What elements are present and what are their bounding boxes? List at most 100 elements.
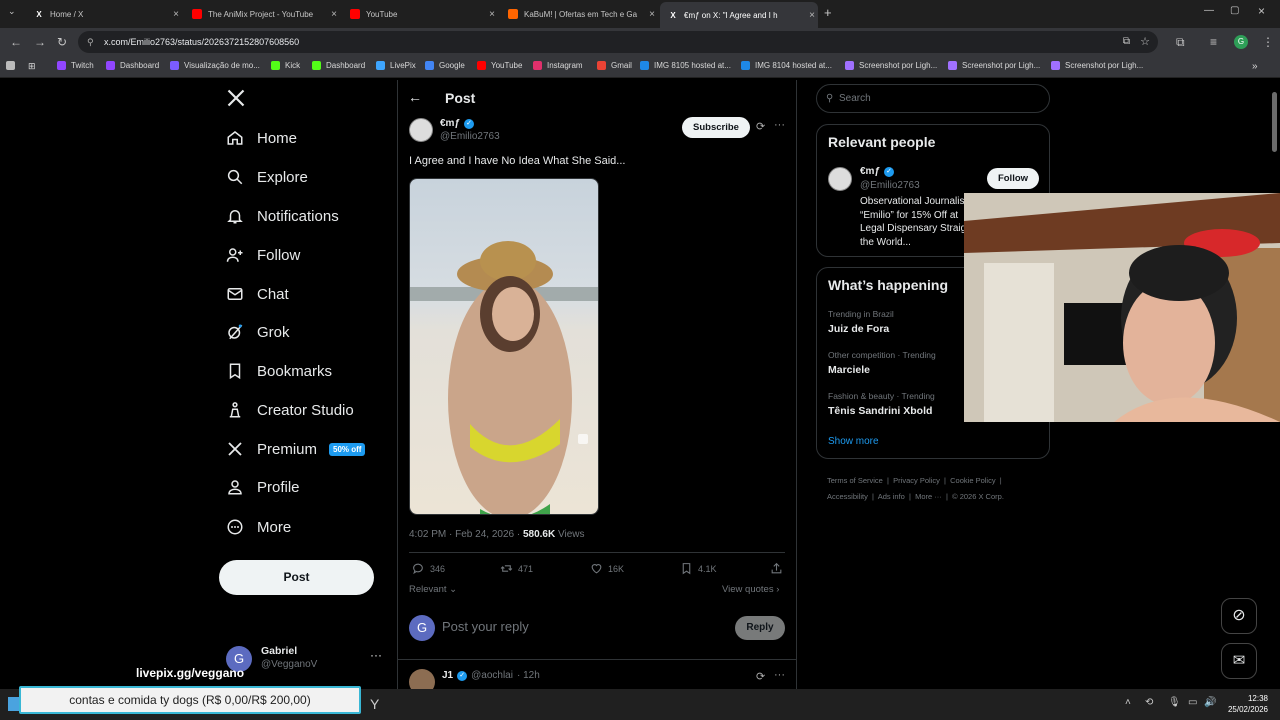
trend-item[interactable]: Other competition · Trending Marciele [828,350,936,376]
close-icon[interactable]: × [806,10,818,21]
account-more-icon[interactable]: ··· [370,648,382,662]
repost-action[interactable]: 471 [500,562,533,575]
follow-button[interactable]: Follow [987,168,1039,189]
sidebar-item-follow[interactable]: Follow [226,240,300,270]
maximize-icon[interactable]: ▢ [1230,5,1239,16]
close-icon[interactable]: × [646,9,658,20]
author-name[interactable]: €mƒ ✓ [440,118,475,129]
install-icon[interactable]: ⧉ [1123,31,1130,53]
bookmark-item[interactable]: Screenshot por Ligh... [948,61,1040,70]
reply-input[interactable]: Post your reply [442,619,722,637]
microphone-icon[interactable]: 🎙 [1168,697,1181,708]
footer-link[interactable]: Terms of Service [827,476,883,485]
account-switcher[interactable]: G Gabriel @VegganoV ··· [226,644,386,678]
reply-button[interactable]: Reply [735,616,785,640]
bookmark-item[interactable]: Dashboard [106,61,159,70]
window-close-icon[interactable]: × [1258,4,1265,18]
show-more-link[interactable]: Show more [828,436,879,447]
post-time[interactable]: 4:02 PM · Feb 24, 2026 · [409,529,523,540]
share-action[interactable] [770,562,788,575]
forward-icon[interactable]: → [34,35,46,49]
profile-avatar-icon[interactable]: G [1234,35,1248,49]
footer-link[interactable]: Cookie Policy [950,476,995,485]
trend-item[interactable]: Fashion & beauty · Trending Tênis Sandri… [828,391,935,417]
author-handle[interactable]: @Emilio2763 [440,131,500,142]
bookmark-item[interactable]: Gmail [597,61,632,70]
tab-youtube[interactable]: YouTube × [342,4,498,24]
minimize-icon[interactable]: — [1204,5,1214,16]
sidebar-item-explore[interactable]: Explore [226,162,308,192]
footer-link[interactable]: More ··· [915,492,942,501]
sidebar-item-notifications[interactable]: Notifications [226,201,339,231]
close-icon[interactable]: × [170,9,182,20]
author-avatar[interactable] [409,118,433,142]
bookmark-item[interactable]: Google [425,61,465,70]
new-tab-icon[interactable]: + [824,5,832,20]
close-icon[interactable]: × [328,9,340,20]
sidebar-item-premium[interactable]: Premium 50% off [226,434,366,464]
person-name-row[interactable]: €mƒ ✓ [860,166,895,177]
grid-icon[interactable]: ⊞ [28,61,36,72]
view-quotes-link[interactable]: View quotes › [722,584,779,595]
reply-more-icon[interactable]: ··· [774,669,785,681]
star-icon[interactable]: ☆ [1140,31,1150,53]
scrollbar-thumb[interactable] [1272,92,1277,152]
person-avatar[interactable] [828,167,852,191]
volume-icon[interactable]: 🔊 [1204,697,1216,708]
apps-icon[interactable] [6,61,20,70]
tab-kabum[interactable]: KaBuM! | Ofertas em Tech e Ga × [500,4,658,24]
media-icon[interactable]: ≡ [1210,35,1217,49]
subscribe-button[interactable]: Subscribe [682,117,750,138]
clock[interactable]: 12:38 25/02/2026 [1224,693,1268,715]
reply-action[interactable]: 346 [412,562,445,575]
browser-taskbar-icon[interactable]: Y [370,696,379,712]
footer-link[interactable]: Accessibility [827,492,868,501]
bookmark-item[interactable]: Twitch [57,61,94,70]
post-media-video[interactable] [409,178,599,515]
tray-chevron-icon[interactable]: ˄ [1125,697,1131,708]
sidebar-item-grok[interactable]: Grok [226,317,290,347]
post-button[interactable]: Post [219,560,374,595]
x-logo[interactable] [226,88,248,110]
bookmark-item[interactable]: YouTube [477,61,522,70]
sidebar-item-profile[interactable]: Profile [226,472,300,502]
sidebar-item-more[interactable]: More [226,512,291,542]
bookmark-item[interactable]: IMG 8105 hosted at... [640,61,731,70]
footer-link[interactable]: Ads info [878,492,905,501]
tab-home-x[interactable]: X Home / X × [26,4,182,24]
search-input[interactable]: ⚲ Search [816,84,1050,113]
tab-animix-youtube[interactable]: The AniMix Project - YouTube × [184,4,340,24]
back-icon[interactable]: ← [10,35,22,49]
close-icon[interactable]: × [486,9,498,20]
bookmark-item[interactable]: IMG 8104 hosted at... [741,61,832,70]
tab-active-post[interactable]: X €mƒ on X: "I Agree and I h × [660,2,818,28]
reload-icon[interactable]: ↻ [57,35,67,49]
like-action[interactable]: 16K [590,562,624,575]
address-bar[interactable]: ⚲ x.com/Emilio2763/status/20263721528076… [78,31,1158,53]
display-icon[interactable]: ▭ [1188,697,1197,708]
grok-icon[interactable]: ⟳ [756,670,765,683]
sidebar-item-chat[interactable]: Chat [226,279,289,309]
grok-icon[interactable]: ⟳ [756,120,765,133]
messages-floating-button[interactable]: ✉ [1221,643,1257,679]
reply-author-name[interactable]: J1 [442,670,453,681]
tray-app-icon[interactable]: ⟲ [1145,697,1153,708]
grok-floating-button[interactable]: ⊘ [1221,598,1257,634]
footer-link[interactable]: Privacy Policy [893,476,940,485]
person-handle[interactable]: @Emilio2763 [860,180,920,191]
trend-item[interactable]: Trending in Brazil Juiz de Fora [828,309,894,335]
bookmark-item[interactable]: Kick [271,61,300,70]
browser-menu-icon[interactable]: ⋮ [1262,35,1274,49]
reply-author-handle[interactable]: @aochlai [471,670,513,681]
sidebar-item-home[interactable]: Home [226,123,297,153]
bookmark-item[interactable]: Instagram [533,61,583,70]
bookmark-item[interactable]: Visualização de mo... [170,61,260,70]
post-more-icon[interactable]: ··· [774,119,785,131]
bookmark-item[interactable]: Screenshot por Ligh... [1051,61,1143,70]
bookmark-item[interactable]: Dashboard [312,61,365,70]
bookmarks-overflow-icon[interactable]: » [1252,61,1258,72]
sidebar-item-creator-studio[interactable]: Creator Studio [226,395,354,425]
bookmark-item[interactable]: Screenshot por Ligh... [845,61,937,70]
bookmark-action[interactable]: 4.1K [680,562,717,575]
bookmark-item[interactable]: LivePix [376,61,416,70]
